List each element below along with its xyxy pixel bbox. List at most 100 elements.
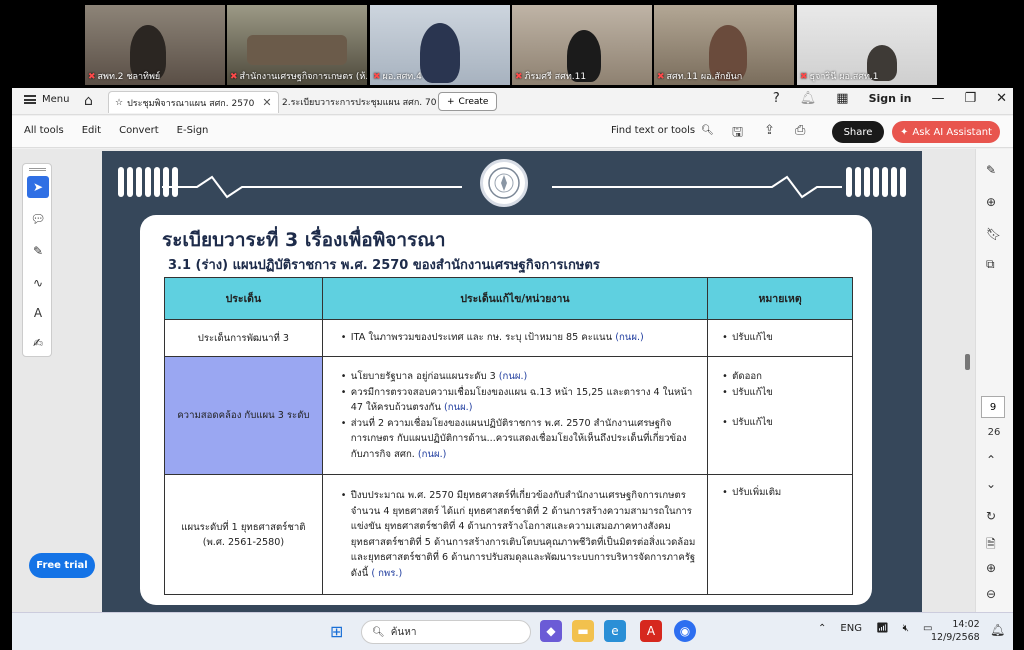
mic-off-icon: ✖ <box>230 72 238 82</box>
zoom-app-icon[interactable]: ◉ <box>674 620 696 642</box>
tab-document-1[interactable]: ☆ ประชุมพิจารณาแผน สศก. 2570 ✕ <box>108 91 279 113</box>
convert-menu[interactable]: Convert <box>119 125 159 136</box>
video-tile[interactable]: ✖ ภิรมศรี สศท.11 <box>512 5 652 85</box>
upload-icon[interactable]: ⇪ <box>764 123 775 138</box>
issue-cell: ความสอดคล้อง กับแผน 3 ระดับ <box>164 356 323 475</box>
quick-tools-panel: ➤ 💬︎ ✎ ∿ A ✍ <box>22 163 52 357</box>
copilot-icon[interactable]: ◆ <box>540 620 562 642</box>
edits-cell: ITA ในภาพรวมของประเทศ และ กษ. ระบุ เป้าห… <box>321 319 709 357</box>
mic-off-icon: ✖ <box>88 72 96 82</box>
column-header: ประเด็นแก้ไข/หน่วยงาน <box>321 277 709 320</box>
ai-assistant-button[interactable]: ✦ Ask AI Assistant <box>892 121 1000 143</box>
acrobat-icon[interactable]: A <box>640 620 662 642</box>
video-tile[interactable]: ✖ ธุจารินี ผอ.สศท.1 <box>797 5 937 85</box>
select-cursor-icon[interactable]: ➤ <box>27 176 49 198</box>
star-icon[interactable]: ☆ <box>115 98 123 108</box>
notification-bell-icon[interactable]: 🔔︎ <box>990 623 1005 637</box>
link-icon[interactable]: ⊕ <box>986 195 996 209</box>
plus-icon: + <box>447 96 455 107</box>
esign-menu[interactable]: E-Sign <box>177 125 209 136</box>
restore-icon[interactable]: ❐ <box>964 91 976 106</box>
highlight-pen-icon[interactable]: ✎ <box>27 240 49 262</box>
page-total: 26 <box>987 427 1001 438</box>
tab-document-2[interactable]: 2.ระเบียบวาระการประชุมแผน สศก. 70 1... <box>276 91 460 113</box>
note-item: ปรับเพิ่มเติม <box>722 485 838 501</box>
clock-date: 12/9/2568 <box>931 632 980 643</box>
issue-cell: ประเด็นการพัฒนาที่ 3 <box>164 319 323 357</box>
participant-name: ภิรมศรี สศท.11 <box>524 72 587 82</box>
edit-menu[interactable]: Edit <box>82 125 101 136</box>
taskbar-search[interactable]: 🔍︎ ค้นหา <box>361 620 531 644</box>
comment-panel-icon[interactable]: ✎ <box>986 163 996 177</box>
file-explorer-icon[interactable]: ▬ <box>572 620 594 642</box>
close-icon[interactable]: ✕ <box>262 96 271 109</box>
volume-muted-icon[interactable]: 🔇︎ <box>903 623 909 634</box>
notes-cell: ปรับแก้ไข <box>707 319 853 357</box>
wifi-icon[interactable]: 📶︎ <box>876 623 889 634</box>
edit-item: ควรมีการตรวจสอบความเชื่อมโยงของแผน ฉ.13 … <box>341 385 697 416</box>
bell-icon[interactable]: 🔔︎ <box>800 91 817 106</box>
page-fit-icon[interactable]: 🗎︎ <box>986 535 996 556</box>
chevron-up-icon[interactable]: ⌃ <box>818 623 826 634</box>
video-tile[interactable]: ✖ ผอ.สศท.4 <box>370 5 510 85</box>
hamburger-icon <box>24 95 36 104</box>
sign-in-button[interactable]: Sign in <box>869 92 912 105</box>
column-header: ประเด็น <box>164 277 323 320</box>
participant-name: สำนักงานเศรษฐกิจการเกษตร (ห้... <box>239 72 367 82</box>
help-icon[interactable]: ? <box>773 91 780 106</box>
apps-grid-icon[interactable]: ▦ <box>836 91 848 106</box>
page-number-input[interactable]: 9 <box>981 396 1005 418</box>
edge-browser-icon[interactable]: e <box>604 620 626 642</box>
minimize-icon[interactable]: — <box>931 91 944 106</box>
issue-cell: แผนระดับที่ 1 ยุทธศาสตร์ชาติ (พ.ศ. 2561-… <box>164 474 323 595</box>
language-indicator[interactable]: ENG <box>840 623 862 634</box>
bookmark-icon[interactable]: 🔖︎ <box>986 227 1001 241</box>
home-icon[interactable]: ⌂ <box>84 93 93 109</box>
all-tools-menu[interactable]: All tools <box>24 125 64 136</box>
menu-label: Menu <box>42 94 70 105</box>
menu-button[interactable]: Menu <box>24 94 69 105</box>
video-tile[interactable]: ✖ สพท.2 ชลาทิพย์ <box>85 5 225 85</box>
main-toolbar: All tools Edit Convert E-Sign Find text … <box>12 116 1013 148</box>
share-button[interactable]: Share <box>832 121 884 143</box>
comment-icon[interactable]: 💬︎ <box>27 208 49 230</box>
table-row: ความสอดคล้อง กับแผน 3 ระดับ นโยบายรัฐบาล… <box>164 356 853 475</box>
mic-off-icon: ✖ <box>800 72 808 82</box>
note-item: ปรับแก้ไข <box>722 415 838 431</box>
windows-start-icon[interactable]: ⊞ <box>330 622 343 641</box>
system-tray: ⌃ ENG 📶︎ 🔇︎ ▭ <box>818 623 932 634</box>
vertical-scrollbar[interactable] <box>965 354 970 370</box>
video-tile-active[interactable]: ✖ สำนักงานเศรษฐกิจการเกษตร (ห้... <box>227 5 367 85</box>
edit-item: ส่วนที่ 2 ความเชื่อมโยงของแผนปฏิบัติราชก… <box>341 416 697 463</box>
slide-subtitle: 3.1 (ร่าง) แผนปฏิบัติราชการ พ.ศ. 2570 ขอ… <box>168 258 600 273</box>
print-icon[interactable]: ⎙ <box>795 123 805 138</box>
decorative-bars-left <box>118 167 178 197</box>
edits-cell: ปีงบประมาณ พ.ศ. 2570 มียุทธศาสตร์ที่เกี่… <box>321 474 709 595</box>
drag-handle[interactable] <box>29 168 46 171</box>
edit-item: ปีงบประมาณ พ.ศ. 2570 มียุทธศาสตร์ที่เกี่… <box>341 488 697 581</box>
find-tools-button[interactable]: Find text or tools 🔍︎ <box>611 125 714 136</box>
free-trial-button[interactable]: Free trial <box>29 553 95 578</box>
zoom-in-icon[interactable]: ⊕ <box>986 561 996 575</box>
organization-seal-icon <box>480 159 528 207</box>
create-button[interactable]: + Create <box>438 92 498 111</box>
clock[interactable]: 14:02 12/9/2568 <box>931 618 980 644</box>
video-tile[interactable]: ✖ สศท.11 ผอ.สักยันก <box>654 5 794 85</box>
participant-name: สศท.11 ผอ.สักยันก <box>666 72 743 82</box>
pages-icon[interactable]: ⧉ <box>986 257 995 272</box>
chevron-down-icon[interactable]: ⌄ <box>986 477 996 491</box>
text-box-icon[interactable]: A <box>27 302 49 324</box>
zoom-out-icon[interactable]: ⊖ <box>986 587 996 601</box>
save-icon[interactable]: 🖫 <box>732 123 743 145</box>
right-sidebar: ✎ ⊕ 🔖︎ ⧉ 9 26 ⌃ ⌄ ↻ 🗎︎ ⊕ ⊖ <box>975 149 1013 612</box>
close-window-icon[interactable]: ✕ <box>996 91 1007 106</box>
notes-cell: ปรับเพิ่มเติม <box>707 474 853 595</box>
note-item: ตัดออก <box>722 369 838 385</box>
sign-icon[interactable]: ✍ <box>27 332 49 354</box>
refresh-icon[interactable]: ↻ <box>986 509 996 523</box>
ai-icon: ✦ <box>900 126 909 138</box>
draw-icon[interactable]: ∿ <box>27 272 49 294</box>
table-row: แผนระดับที่ 1 ยุทธศาสตร์ชาติ (พ.ศ. 2561-… <box>164 474 853 595</box>
chevron-up-icon[interactable]: ⌃ <box>986 453 996 467</box>
edit-item: นโยบายรัฐบาล อยู่ก่อนแผนระดับ 3 (กนผ.) <box>341 369 697 385</box>
